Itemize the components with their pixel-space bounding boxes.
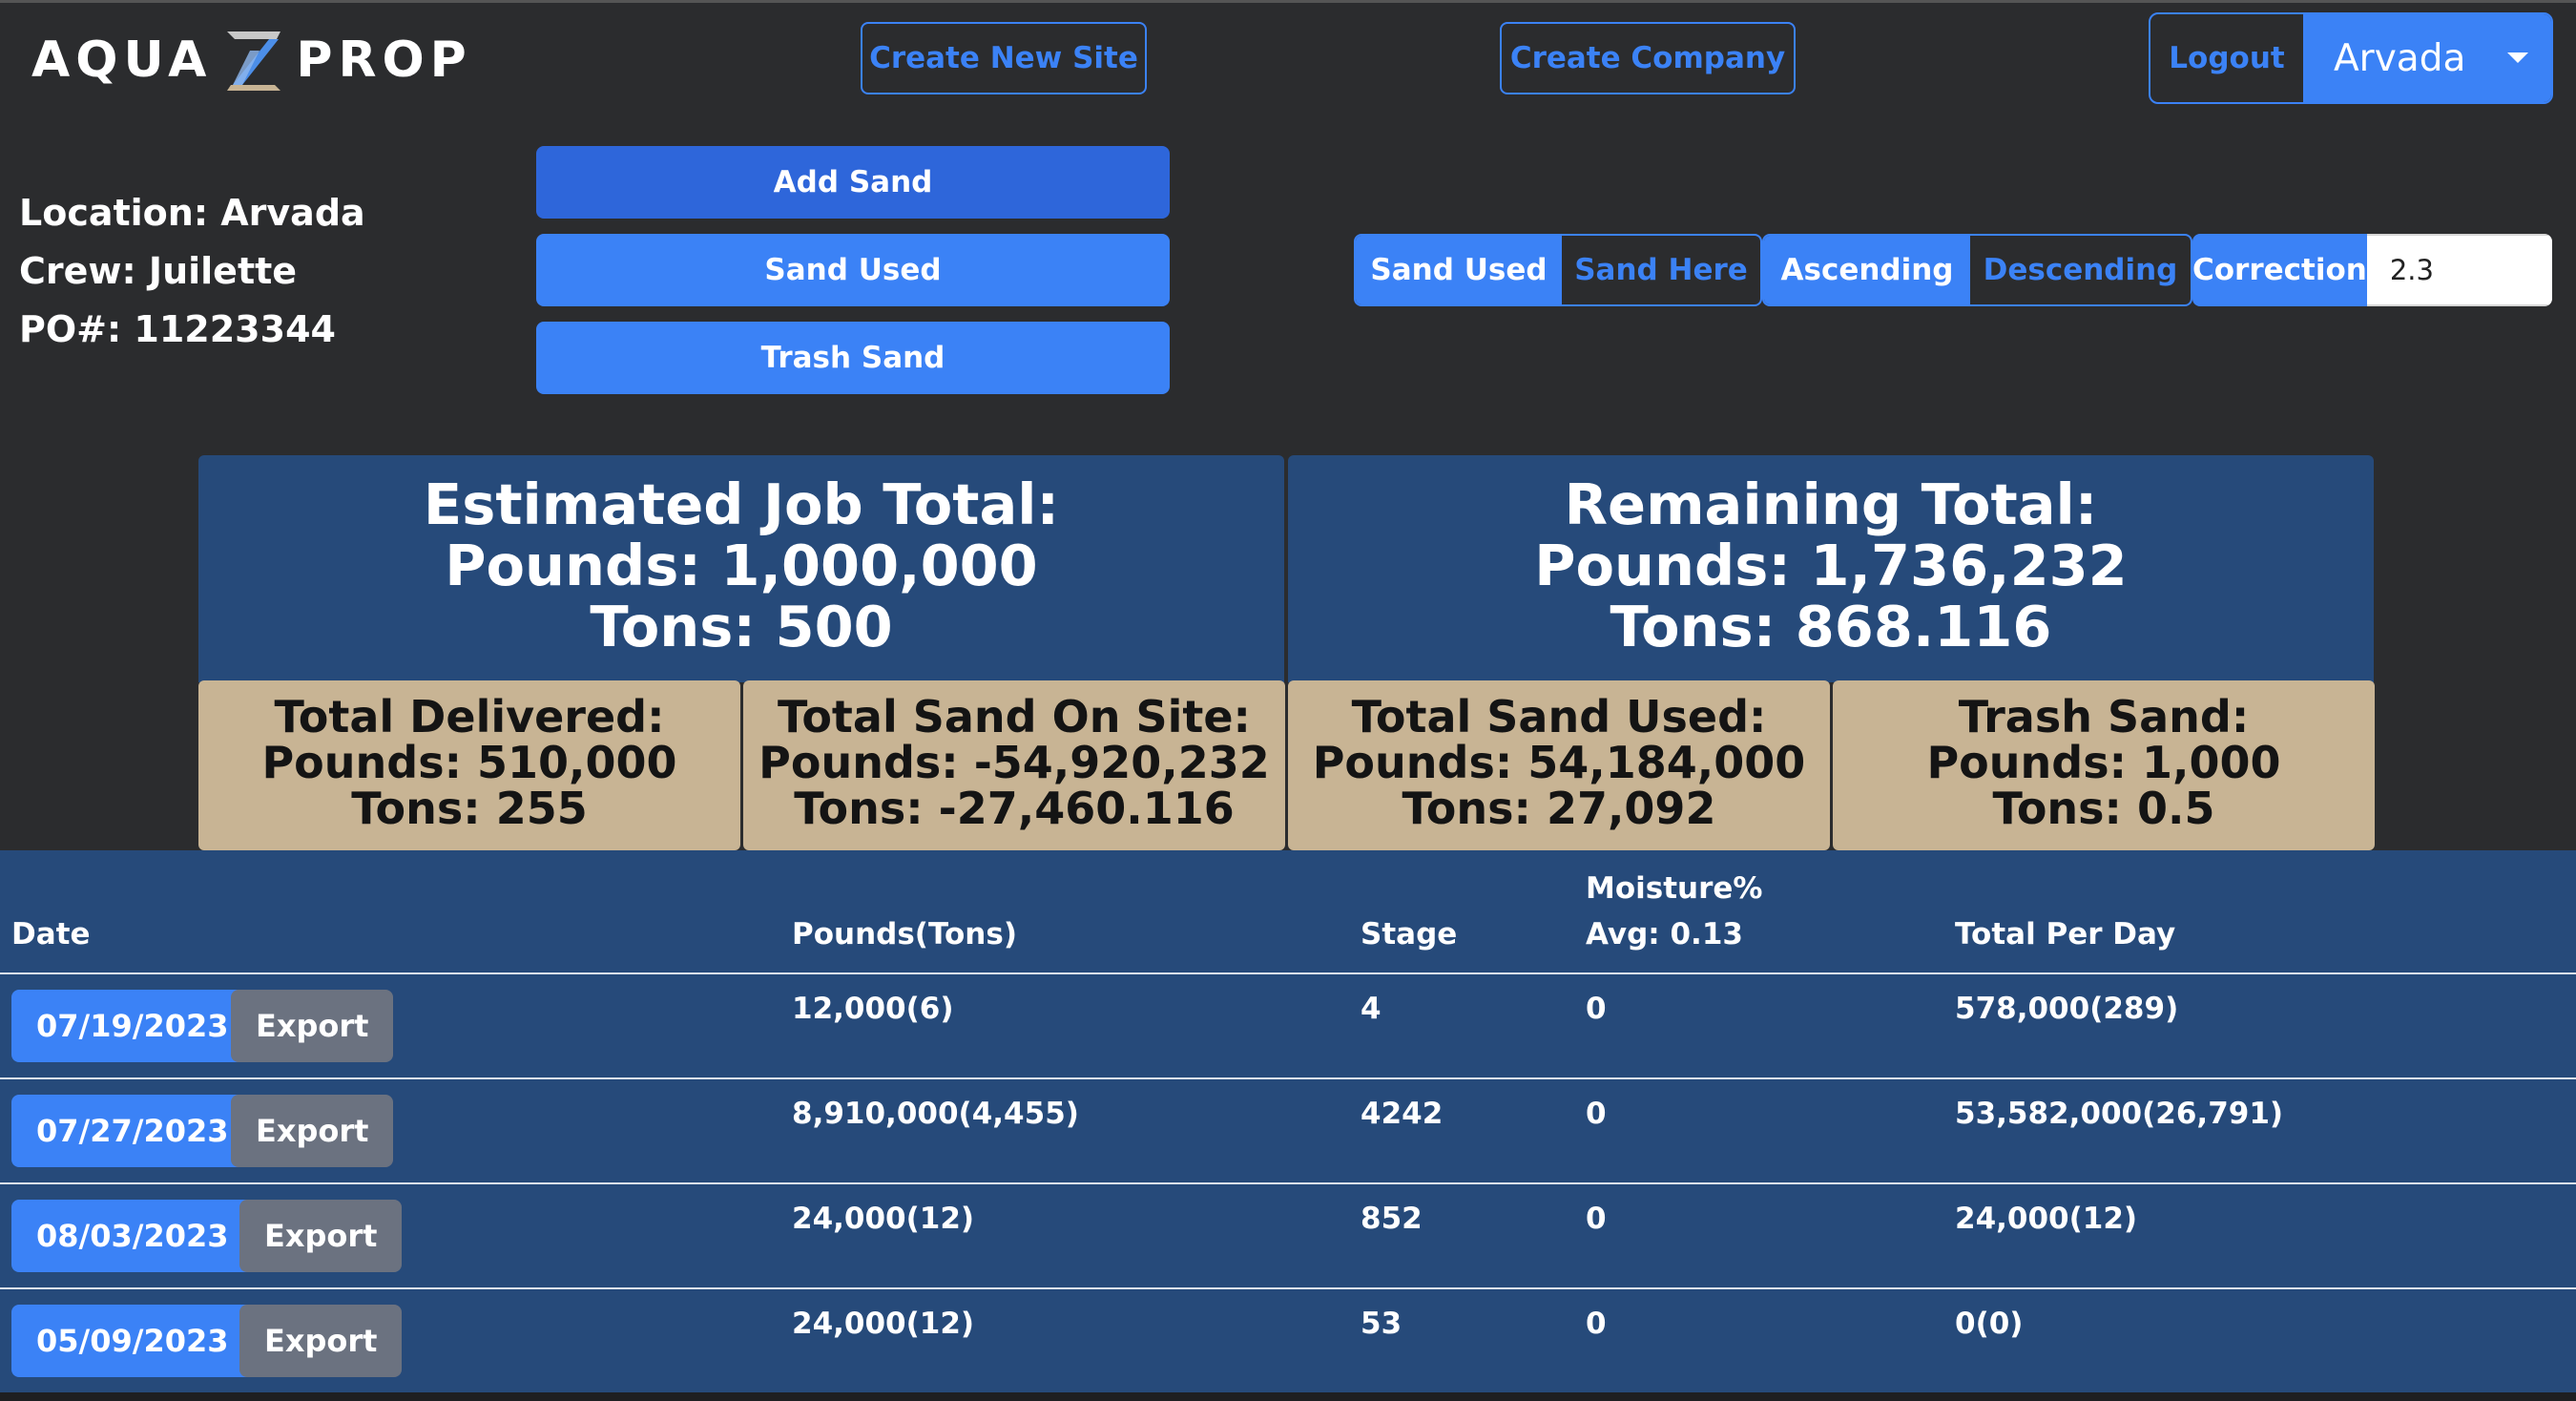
row-date-button[interactable]: 08/03/2023 [11,1200,254,1272]
correction-label: Correction [2192,234,2367,306]
estimated-title: Estimated Job Total: [423,471,1060,537]
total-sand-on-site-panel: Total Sand On Site: Pounds: -54,920,232 … [743,680,1285,850]
export-button[interactable]: Export [239,1200,403,1272]
header-pounds[interactable]: Pounds(Tons) [792,917,1017,951]
row-date-button[interactable]: 07/19/2023 [11,990,254,1062]
logo: AQUA PROP [31,30,472,91]
estimated-tons: Tons: 500 [590,594,893,659]
row-stage: 4 [1361,992,1381,1026]
export-button[interactable]: Export [231,1095,394,1167]
trash-tons: Tons: 0.5 [1992,783,2215,834]
row-pounds: 24,000(12) [792,1307,975,1341]
row-date-button[interactable]: 07/27/2023 [11,1095,254,1167]
row-moisture: 0 [1586,1097,1607,1131]
header-date[interactable]: Date [11,917,91,951]
app-window: AQUA PROP Create New Site Create Company… [0,0,2576,1401]
export-button[interactable]: Export [231,990,394,1062]
trash-pounds: Pounds: 1,000 [1926,737,2281,788]
trash-sand-panel: Trash Sand: Pounds: 1,000 Tons: 0.5 [1833,680,2375,850]
row-stage: 852 [1361,1202,1423,1236]
row-pounds: 12,000(6) [792,992,954,1026]
header-moisture[interactable]: Moisture% [1586,871,1763,906]
table-row: 07/19/2023 Export 12,000(6) 4 0 578,000(… [0,974,2576,1079]
toggle-descending[interactable]: Descending [1970,236,2191,304]
used-title: Total Sand Used: [1351,691,1767,742]
logo-text-right: PROP [296,31,472,89]
remaining-tons: Tons: 868.116 [1610,594,2052,659]
estimated-job-total-panel: Estimated Job Total: Pounds: 1,000,000 T… [198,455,1284,682]
onsite-title: Total Sand On Site: [778,691,1251,742]
po-number-label: PO#: 11223344 [19,308,336,350]
sort-field-toggle-group: Sand Used Sand Here [1354,234,1762,306]
delivered-tons: Tons: 255 [351,783,588,834]
table-row: 07/27/2023 Export 8,910,000(4,455) 4242 … [0,1079,2576,1184]
location-label: Location: Arvada [19,192,365,234]
correction-input[interactable] [2366,234,2552,306]
used-pounds: Pounds: 54,184,000 [1312,737,1806,788]
row-date-button[interactable]: 05/09/2023 [11,1305,254,1377]
header-moisture-avg: Avg: 0.13 [1586,917,1743,951]
table-row: 08/03/2023 Export 24,000(12) 852 0 24,00… [0,1184,2576,1289]
toggle-sand-here[interactable]: Sand Here [1562,236,1760,304]
total-sand-used-panel: Total Sand Used: Pounds: 54,184,000 Tons… [1288,680,1830,850]
row-moisture: 0 [1586,1307,1607,1341]
create-company-button[interactable]: Create Company [1500,22,1796,94]
total-delivered-panel: Total Delivered: Pounds: 510,000 Tons: 2… [198,680,740,850]
chevron-down-icon [2507,52,2528,63]
sand-log-table: Date Pounds(Tons) Stage Moisture% Avg: 0… [0,850,2576,1394]
site-select-value: Arvada [2334,36,2466,80]
header-stage[interactable]: Stage [1361,917,1457,951]
estimated-pounds: Pounds: 1,000,000 [445,533,1038,598]
row-moisture: 0 [1586,1202,1607,1236]
row-stage: 4242 [1361,1097,1444,1131]
row-moisture: 0 [1586,992,1607,1026]
logout-button[interactable]: Logout [2150,14,2305,102]
remaining-total-panel: Remaining Total: Pounds: 1,736,232 Tons:… [1288,455,2374,682]
export-button[interactable]: Export [239,1305,403,1377]
correction-control: Correction [2192,234,2552,306]
row-total-per-day: 53,582,000(26,791) [1955,1097,2284,1131]
table-row: 05/09/2023 Export 24,000(12) 53 0 0(0) [0,1289,2576,1394]
trash-sand-button[interactable]: Trash Sand [536,322,1170,394]
row-total-per-day: 0(0) [1955,1307,2024,1341]
crew-label: Crew: Juilette [19,250,298,292]
row-pounds: 8,910,000(4,455) [792,1097,1079,1131]
row-total-per-day: 578,000(289) [1955,992,2179,1026]
used-tons: Tons: 27,092 [1402,783,1716,834]
trash-title: Trash Sand: [1958,691,2250,742]
logo-text-left: AQUA [31,31,213,89]
onsite-tons: Tons: -27,460.116 [794,783,1235,834]
bottom-edge [0,1392,2576,1401]
account-controls: Logout Arvada [2149,12,2553,104]
remaining-title: Remaining Total: [1564,471,2098,537]
logo-mark-icon [227,31,281,91]
row-total-per-day: 24,000(12) [1955,1202,2138,1236]
job-info: Location: Arvada Crew: Juilette PO#: 112… [19,184,365,359]
add-sand-button[interactable]: Add Sand [536,146,1170,219]
toggle-sand-used[interactable]: Sand Used [1356,236,1562,304]
create-new-site-button[interactable]: Create New Site [861,22,1147,94]
onsite-pounds: Pounds: -54,920,232 [758,737,1270,788]
sort-order-toggle-group: Ascending Descending [1762,234,2192,306]
header-total-per-day[interactable]: Total Per Day [1955,917,2175,951]
row-stage: 53 [1361,1307,1402,1341]
toggle-ascending[interactable]: Ascending [1764,236,1970,304]
delivered-pounds: Pounds: 510,000 [261,737,677,788]
sand-used-button[interactable]: Sand Used [536,234,1170,306]
remaining-pounds: Pounds: 1,736,232 [1534,533,2128,598]
delivered-title: Total Delivered: [274,691,665,742]
site-select-dropdown[interactable]: Arvada [2305,14,2551,102]
row-pounds: 24,000(12) [792,1202,975,1236]
